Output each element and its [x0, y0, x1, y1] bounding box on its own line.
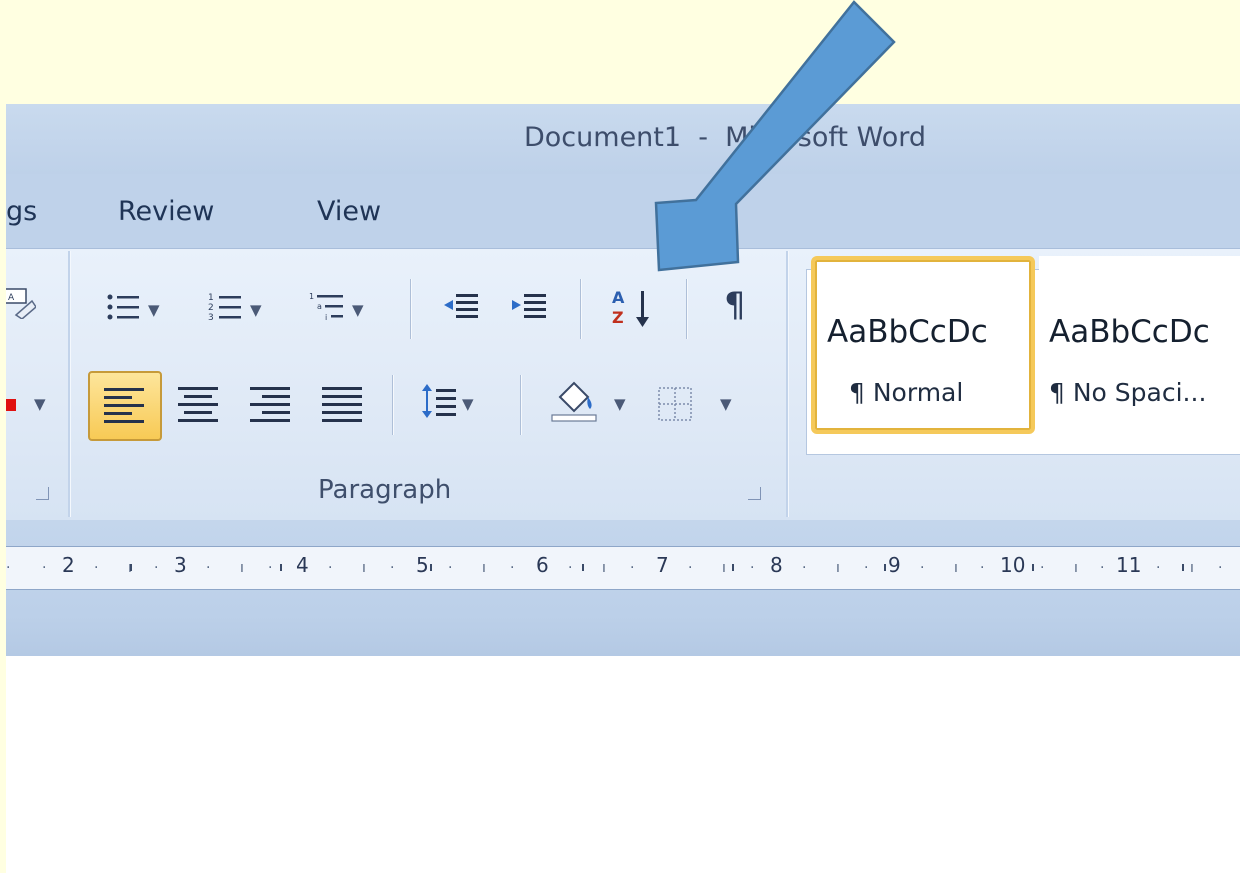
callout-arrow-icon [654, 0, 896, 272]
